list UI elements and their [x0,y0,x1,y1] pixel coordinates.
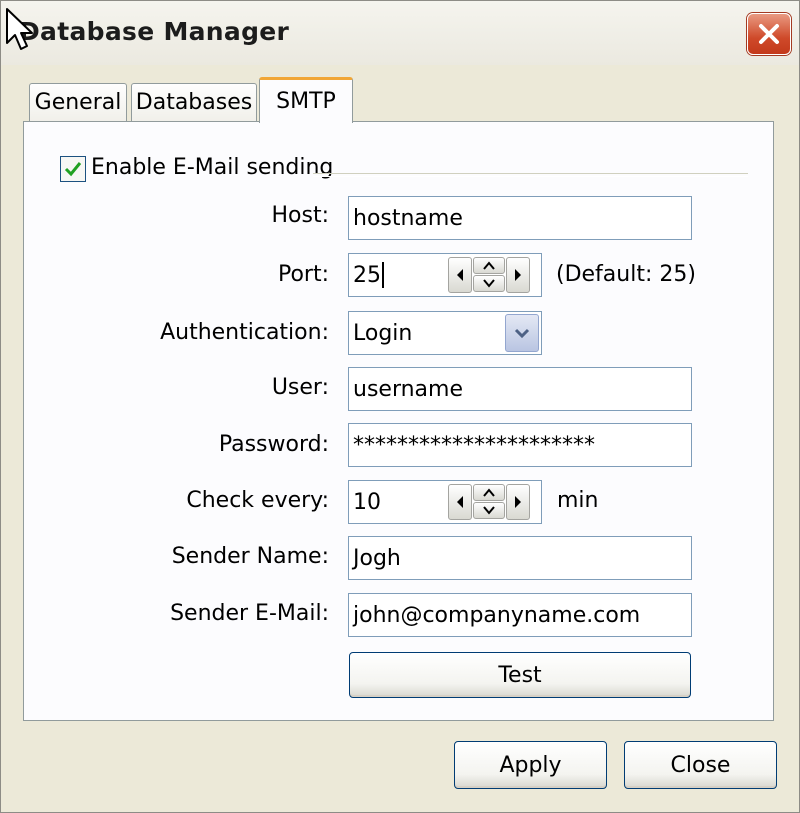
host-label: Host: [271,203,329,228]
authentication-dropdown-button[interactable] [505,314,539,352]
sender-email-input[interactable]: john@companyname.com [348,593,692,637]
arrow-left-icon [457,269,463,281]
test-button[interactable]: Test [349,652,691,698]
test-button-label: Test [498,662,542,688]
user-input[interactable]: username [348,367,692,411]
check-every-decrement-button[interactable] [448,484,472,520]
sender-name-input[interactable]: Jogh [348,536,692,580]
host-value: hostname [353,205,463,231]
tab-smtp-label: SMTP [276,89,336,114]
password-label: Password: [218,432,329,457]
user-label: User: [271,375,329,400]
close-button-label: Close [670,752,731,778]
apply-button[interactable]: Apply [454,741,607,789]
arrow-up-icon [483,261,495,270]
port-spin-buttons [448,257,538,293]
check-every-spin-buttons [448,484,538,520]
dialog-window: Database Manager General Databases SMTP … [0,0,800,813]
arrow-right-icon [515,496,521,508]
arrow-left-icon [457,496,463,508]
check-every-down-button[interactable] [473,502,505,519]
checkmark-icon [64,162,82,177]
arrow-up-icon [483,488,495,497]
user-value: username [353,376,463,402]
window-title: Database Manager [19,17,290,46]
chevron-down-icon [514,328,530,339]
close-x-icon [759,24,779,44]
port-up-button[interactable] [473,257,505,274]
apply-button-label: Apply [499,752,562,778]
port-default-hint: (Default: 25) [556,262,696,287]
check-every-unit: min [557,488,599,513]
port-increment-button[interactable] [506,257,530,293]
tab-databases[interactable]: Databases [131,83,257,121]
check-every-increment-button[interactable] [506,484,530,520]
password-input[interactable]: ********************** [348,423,692,467]
sender-email-value: john@companyname.com [353,602,641,628]
check-every-label: Check every: [186,488,329,513]
close-button[interactable]: Close [624,741,777,789]
authentication-label: Authentication: [160,320,329,345]
authentication-select[interactable]: Login [348,311,542,355]
mouse-pointer-icon [6,8,33,50]
enable-email-label[interactable]: Enable E-Mail sending [91,155,333,180]
sender-email-label: Sender E-Mail: [170,601,329,626]
tab-general[interactable]: General [29,83,127,121]
port-value: 25 [353,262,381,288]
tab-databases-label: Databases [135,90,253,115]
title-bar[interactable]: Database Manager [1,1,799,65]
enable-email-checkbox[interactable] [60,156,86,182]
sender-name-value: Jogh [353,545,401,571]
arrow-right-icon [515,269,521,281]
port-stepper[interactable]: 25 [348,253,542,297]
text-caret [382,262,384,288]
port-down-button[interactable] [473,275,505,292]
authentication-value: Login [353,320,413,346]
arrow-down-icon [483,279,495,288]
tab-smtp[interactable]: SMTP [259,77,353,123]
host-input[interactable]: hostname [348,196,692,240]
group-divider [313,173,748,177]
port-label: Port: [277,262,329,287]
check-every-stepper[interactable]: 10 [348,480,542,524]
check-every-value: 10 [353,489,381,515]
tab-general-label: General [34,90,122,115]
sender-name-label: Sender Name: [171,544,329,569]
password-value: ********************** [353,432,595,458]
check-every-up-button[interactable] [473,484,505,501]
arrow-down-icon [483,506,495,515]
close-window-button[interactable] [747,13,791,55]
port-decrement-button[interactable] [448,257,472,293]
